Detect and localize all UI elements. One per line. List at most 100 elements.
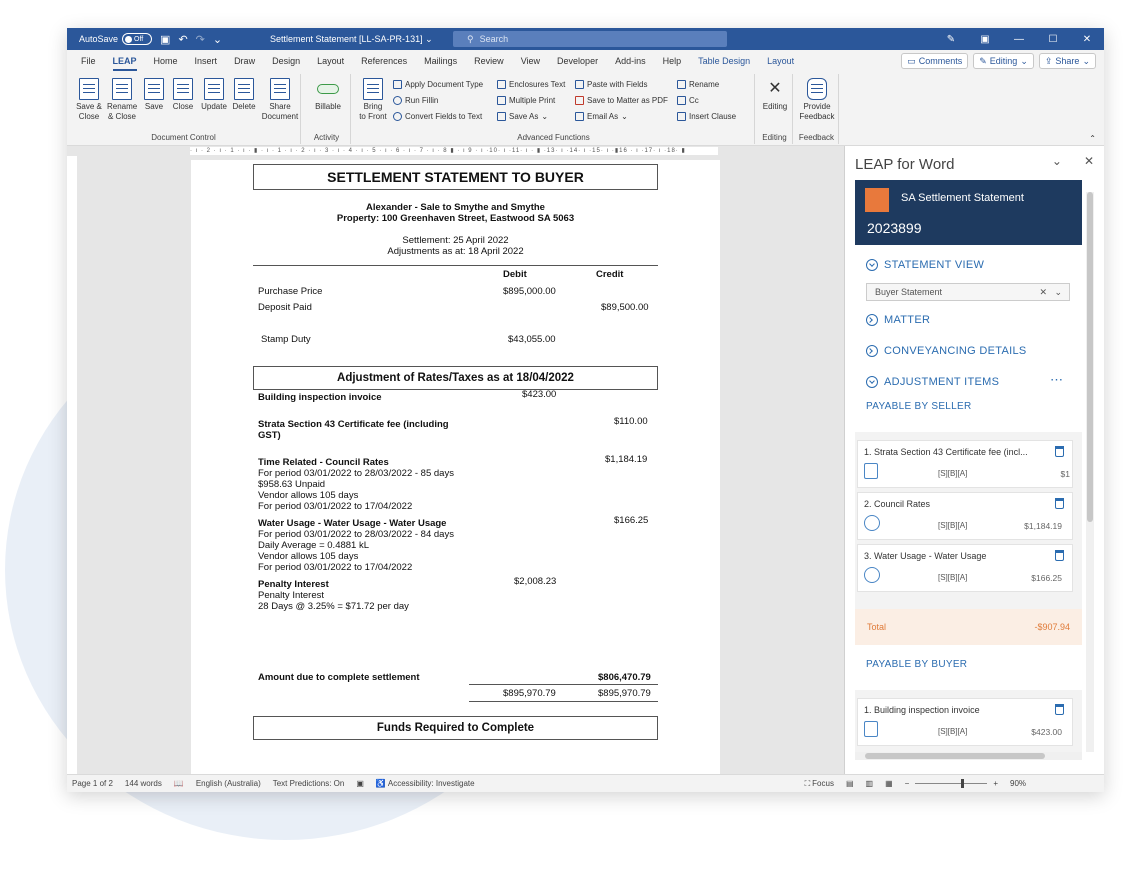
statement-view-select[interactable]: Buyer Statement ✕ ⌄ — [866, 283, 1070, 301]
collapse-ribbon-icon[interactable]: ⌃ — [1089, 134, 1096, 143]
editing-button[interactable]: ✕ Editing — [759, 78, 791, 112]
paste-with-fields-button[interactable]: Paste with Fields — [575, 80, 647, 89]
delete-button[interactable]: Delete — [231, 78, 257, 112]
clear-icon[interactable]: ✕ — [1039, 287, 1047, 298]
billable-toggle[interactable]: Billable — [313, 78, 343, 112]
autosave-toggle[interactable]: Off — [122, 33, 153, 45]
statement-view-section[interactable]: STATEMENT VIEW — [866, 259, 984, 271]
update-button[interactable]: Update — [199, 78, 229, 112]
accessibility-icon[interactable]: ♿ — [376, 779, 386, 788]
focus-mode[interactable]: Focus — [812, 779, 834, 788]
tab-design[interactable]: Design — [272, 50, 300, 72]
zoom-level[interactable]: 90% — [1010, 779, 1026, 788]
adjustment-item-card[interactable]: 3. Water Usage - Water Usage [S][B][A] $… — [857, 544, 1073, 592]
customize-icon[interactable]: ⌄ — [213, 33, 222, 46]
adjustment-item-card[interactable]: 2. Council Rates [S][B][A] $1,184.19 — [857, 492, 1073, 540]
redo-icon[interactable]: ↷ — [196, 33, 205, 46]
pane-vertical-scrollbar[interactable] — [1086, 192, 1094, 752]
comments-button[interactable]: ▭ Comments — [901, 53, 969, 69]
more-options-icon[interactable]: ⋯ — [1050, 372, 1063, 388]
penalty-title: Penalty Interest — [258, 579, 329, 590]
maximize-button[interactable]: ☐ — [1036, 34, 1070, 45]
zoom-out-button[interactable]: − — [905, 779, 910, 788]
share-button[interactable]: ⇪ Share ⌄ — [1038, 53, 1096, 69]
read-mode-icon[interactable]: ▤ — [846, 779, 854, 788]
provide-feedback-button[interactable]: Provide Feedback — [797, 78, 837, 122]
save-button[interactable]: Save — [143, 78, 165, 112]
zoom-slider[interactable] — [915, 779, 988, 788]
tab-review[interactable]: Review — [474, 50, 504, 72]
autosave[interactable]: AutoSave Off — [79, 33, 153, 45]
insert-clause-button[interactable]: Insert Clause — [677, 112, 736, 121]
email-as-button[interactable]: Email As ⌄ — [575, 112, 628, 121]
trash-icon[interactable] — [1055, 550, 1064, 561]
accessibility-status[interactable]: Accessibility: Investigate — [388, 779, 475, 788]
text-predictions[interactable]: Text Predictions: On — [273, 779, 345, 788]
save-as-button[interactable]: Save As ⌄ — [497, 112, 548, 121]
editing-mode-button[interactable]: ✎ Editing ⌄ — [973, 53, 1034, 69]
tab-insert[interactable]: Insert — [195, 50, 218, 72]
tab-references[interactable]: References — [361, 50, 407, 72]
close-icon[interactable]: ✕ — [1084, 154, 1094, 168]
ribbon-display-icon[interactable]: ▣ — [968, 34, 1002, 45]
tab-view[interactable]: View — [521, 50, 540, 72]
close-window-button[interactable]: ✕ — [1070, 34, 1104, 45]
tab-file[interactable]: File — [81, 50, 96, 72]
save-close-button[interactable]: Save & Close — [75, 78, 103, 122]
minimize-button[interactable]: — — [1002, 34, 1036, 45]
run-fillin-button[interactable]: Run Fillin — [393, 96, 438, 105]
multiple-print-button[interactable]: Multiple Print — [497, 96, 555, 105]
macro-icon[interactable]: ▣ — [356, 779, 364, 788]
rename-button[interactable]: Rename — [677, 80, 719, 89]
adjustment-item-card[interactable]: 1. Strata Section 43 Certificate fee (in… — [857, 440, 1073, 488]
search-box[interactable]: ⚲ Search — [453, 31, 727, 47]
chevron-down-icon[interactable]: ⌄ — [1054, 287, 1062, 298]
zoom-thumb[interactable] — [961, 779, 965, 788]
proofing-icon[interactable]: 📖 — [174, 779, 184, 788]
tab-mailings[interactable]: Mailings — [424, 50, 457, 72]
save-to-matter-pdf-button[interactable]: Save to Matter as PDF — [575, 96, 668, 105]
trash-icon[interactable] — [1055, 446, 1064, 457]
tab-draw[interactable]: Draw — [234, 50, 255, 72]
print-layout-icon[interactable]: ▥ — [866, 779, 874, 788]
tab-table-layout[interactable]: Layout — [767, 50, 794, 72]
pane-horizontal-scrollbar[interactable] — [855, 752, 1082, 760]
matter-section[interactable]: MATTER — [866, 314, 930, 326]
trash-icon[interactable] — [1055, 498, 1064, 509]
chevron-down-icon[interactable]: ⌄ — [1052, 154, 1062, 168]
tab-layout[interactable]: Layout — [317, 50, 344, 72]
undo-icon[interactable]: ↶ — [178, 33, 187, 46]
adjustment-items-section[interactable]: ADJUSTMENT ITEMS — [866, 376, 999, 388]
close-button[interactable]: Close — [171, 78, 195, 112]
tab-table-design[interactable]: Table Design — [698, 50, 750, 72]
adjustment-item-card[interactable]: 1. Building inspection invoice [S][B][A]… — [857, 698, 1073, 746]
scroll-thumb[interactable] — [1087, 192, 1093, 522]
focus-icon[interactable]: ⛶ — [805, 779, 811, 789]
tab-help[interactable]: Help — [663, 50, 682, 72]
zoom-in-button[interactable]: + — [993, 779, 998, 788]
bring-to-front-button[interactable]: Bring to Front — [357, 78, 389, 122]
language[interactable]: English (Australia) — [196, 779, 261, 788]
scroll-thumb[interactable] — [865, 753, 1045, 759]
convert-fields-button[interactable]: Convert Fields to Text — [393, 112, 482, 121]
document-page[interactable]: SETTLEMENT STATEMENT TO BUYER Alexander … — [191, 160, 720, 774]
cc-button[interactable]: Cc — [677, 96, 699, 105]
tab-developer[interactable]: Developer — [557, 50, 598, 72]
document-title[interactable]: Settlement Statement [LL-SA-PR-131] ⌄ — [270, 34, 433, 45]
page-count[interactable]: Page 1 of 2 — [72, 779, 113, 788]
tab-leap[interactable]: LEAP — [112, 50, 137, 72]
tab-addins[interactable]: Add-ins — [615, 50, 646, 72]
tab-home[interactable]: Home — [154, 50, 178, 72]
word-count[interactable]: 144 words — [125, 779, 162, 788]
pen-icon[interactable]: ✎ — [934, 34, 968, 45]
apply-document-type-button[interactable]: Apply Document Type — [393, 80, 483, 89]
rename-close-button[interactable]: Rename & Close — [107, 78, 137, 122]
web-layout-icon[interactable]: ▦ — [885, 779, 893, 788]
conveyancing-section[interactable]: CONVEYANCING DETAILS — [866, 345, 1027, 357]
trash-icon[interactable] — [1055, 704, 1064, 715]
enclosures-text-button[interactable]: Enclosures Text — [497, 80, 565, 89]
email-as-label: Email As — [587, 112, 619, 121]
save-icon[interactable]: ▣ — [160, 33, 170, 46]
paste-with-fields-label: Paste with Fields — [587, 80, 648, 89]
share-document-button[interactable]: Share Document — [261, 78, 299, 122]
